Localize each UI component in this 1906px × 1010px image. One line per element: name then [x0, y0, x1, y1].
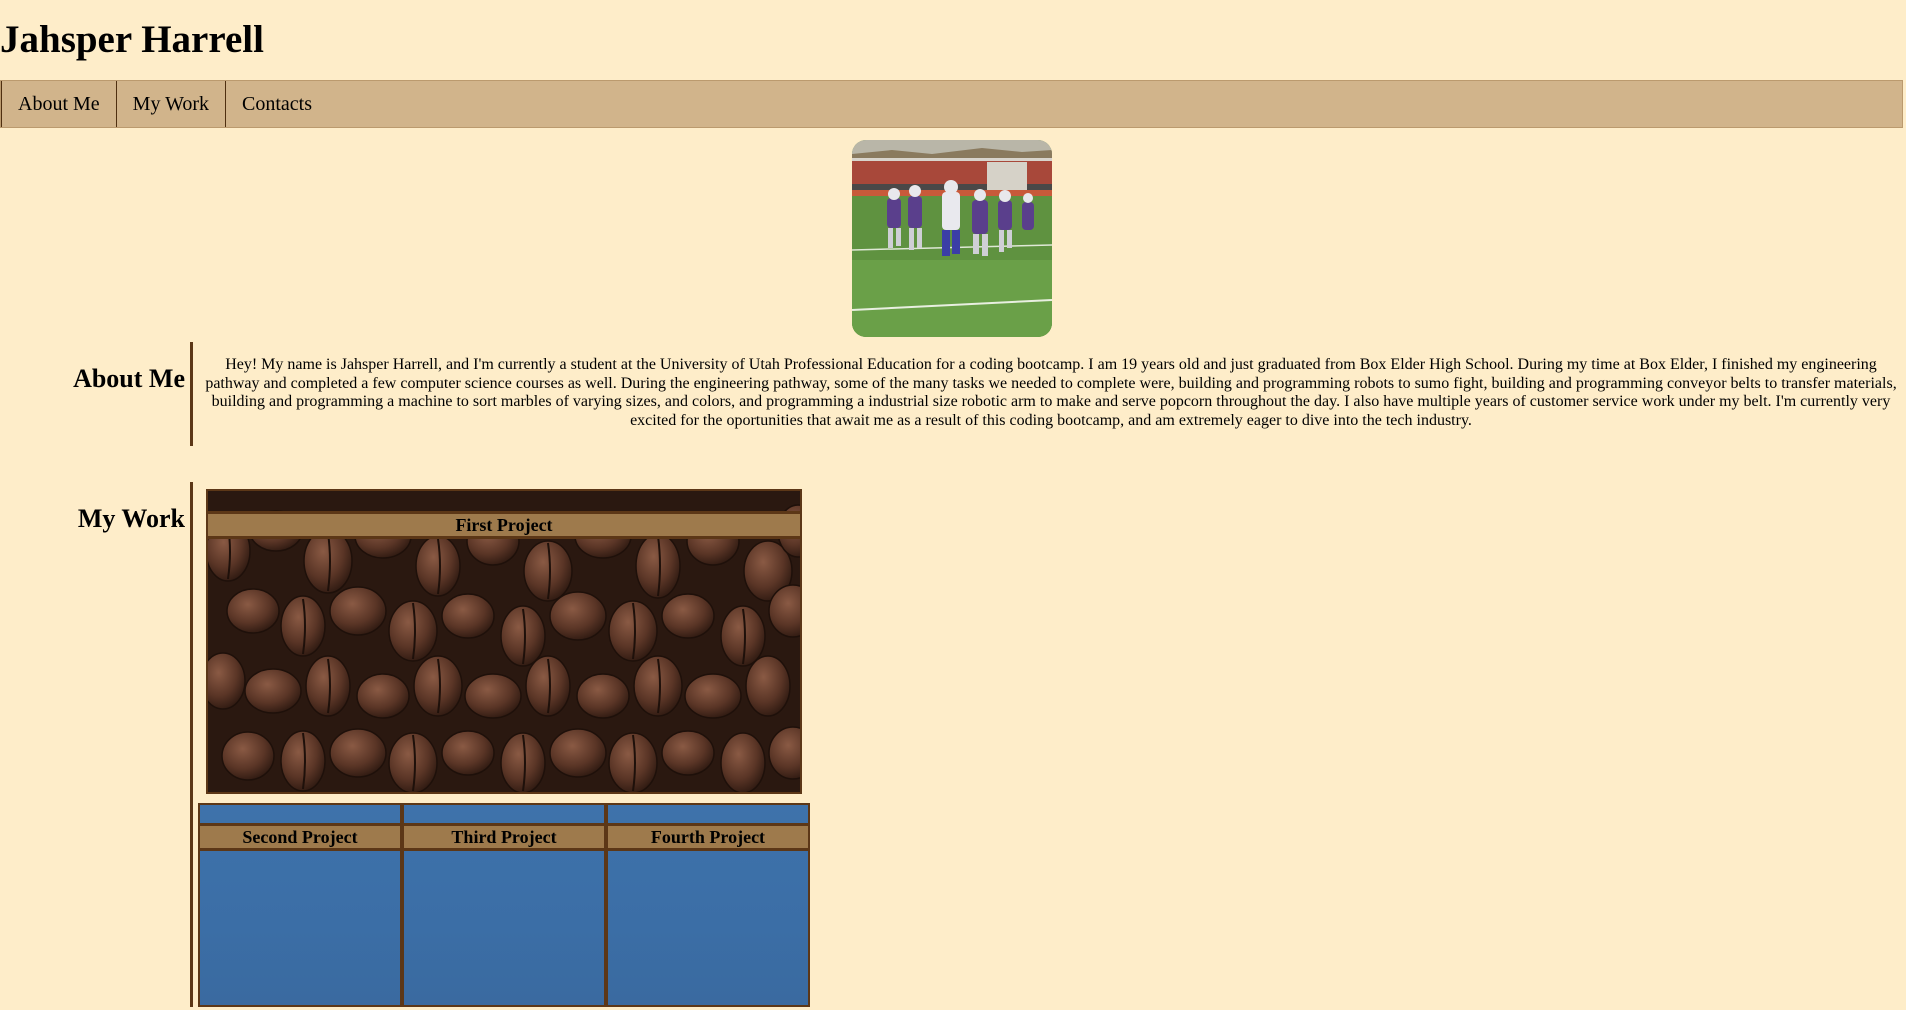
- third-project-title: Third Project: [404, 823, 604, 851]
- project-row: Second Project Third Project Fourth Proj…: [198, 803, 810, 1007]
- site-title: Jahsper Harrell: [0, 18, 264, 61]
- second-project-title: Second Project: [200, 823, 400, 851]
- nav-my-work[interactable]: My Work: [115, 81, 225, 127]
- first-project-card[interactable]: First Project: [206, 489, 802, 794]
- third-project-card[interactable]: Third Project: [402, 803, 606, 1007]
- nav-contacts[interactable]: Contacts: [225, 81, 328, 127]
- about-heading: About Me: [73, 364, 185, 393]
- fourth-project-title: Fourth Project: [608, 823, 808, 851]
- work-heading: My Work: [77, 504, 185, 533]
- about-text: Hey! My name is Jahsper Harrell, and I'm…: [205, 356, 1897, 429]
- second-project-card[interactable]: Second Project: [198, 803, 402, 1007]
- fourth-project-card[interactable]: Fourth Project: [606, 803, 810, 1007]
- hero-photo: [852, 140, 1052, 337]
- about-divider: [190, 342, 193, 446]
- main-nav: About Me My Work Contacts: [0, 80, 1903, 128]
- work-divider: [190, 482, 193, 1007]
- nav-about-me[interactable]: About Me: [1, 81, 116, 127]
- first-project-title: First Project: [208, 511, 800, 539]
